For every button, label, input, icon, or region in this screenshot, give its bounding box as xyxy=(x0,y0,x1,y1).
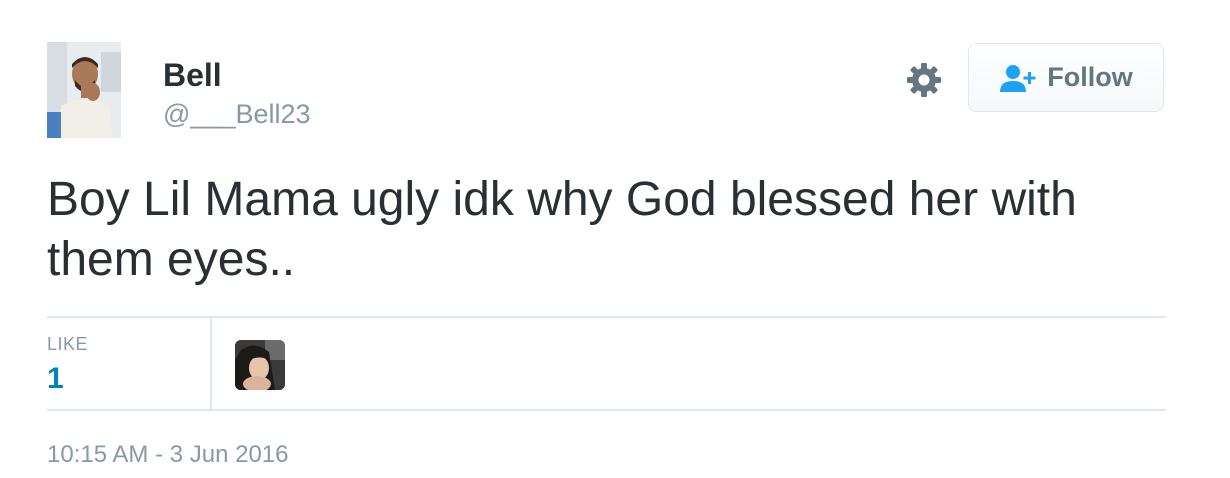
divider xyxy=(47,316,1166,318)
like-count[interactable]: 1 xyxy=(47,362,64,396)
follow-label: Follow xyxy=(1047,62,1133,92)
gear-icon[interactable] xyxy=(906,62,942,98)
follow-button[interactable]: Follow xyxy=(968,43,1164,112)
user-avatar[interactable] xyxy=(47,42,121,138)
person-plus-icon xyxy=(1000,64,1036,92)
liker-avatar[interactable] xyxy=(235,340,285,390)
like-label: LIKE xyxy=(47,334,89,354)
user-handle[interactable]: @___Bell23 xyxy=(163,98,311,130)
liker-photo xyxy=(235,340,285,390)
user-display-name[interactable]: Bell xyxy=(163,56,222,94)
tweet-timestamp[interactable]: 10:15 AM - 3 Jun 2016 xyxy=(47,441,289,469)
tweet-text: Boy Lil Mama ugly idk why God blessed he… xyxy=(47,173,1077,286)
divider xyxy=(47,409,1166,411)
stats-divider xyxy=(210,318,212,409)
avatar-photo xyxy=(47,42,121,138)
